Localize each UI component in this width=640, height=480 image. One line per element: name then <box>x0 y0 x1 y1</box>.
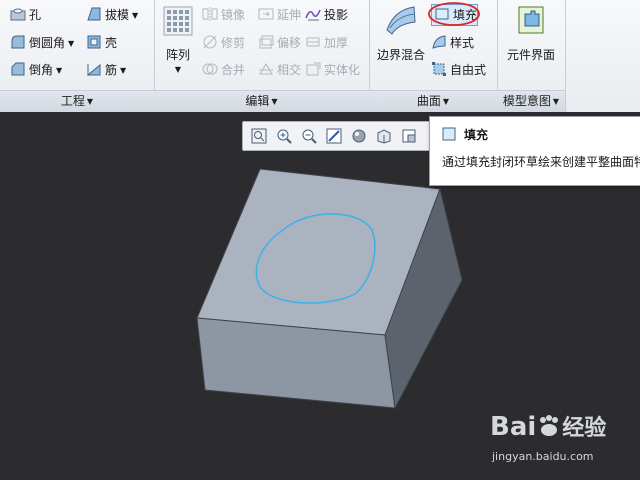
tooltip-header: 填充 <box>442 126 488 144</box>
watermark-url: jingyan.baidu.com <box>492 450 594 463</box>
intersect-button[interactable]: 相交 <box>258 59 301 81</box>
chevron-down-icon[interactable]: ▼ <box>56 66 62 75</box>
project-button[interactable]: 投影 <box>305 4 348 26</box>
model-intent-group: 元件界面 模型意图 ▼ <box>497 0 566 112</box>
tooltip-description: 通过填充封闭环草绘来创建平整曲面特 <box>442 155 640 169</box>
thicken-button[interactable]: 加厚 <box>305 32 348 54</box>
chevron-down-icon: ▼ <box>552 97 560 106</box>
view-manager-icon[interactable] <box>400 127 418 145</box>
display-style-icon[interactable] <box>350 127 368 145</box>
component-interface-label: 元件界面 <box>506 48 555 62</box>
engineering-group-label[interactable]: 工程 ▼ <box>0 90 154 112</box>
chevron-down-icon[interactable]: ▼ <box>120 66 126 75</box>
hole-button[interactable]: 孔 <box>10 4 41 26</box>
engineering-group: 孔 拔模 ▼ 倒圆角 ▼ 壳 倒角 ▼ 筋 ▼ 工程 ▼ <box>0 0 155 112</box>
boundary-blend-button[interactable]: 边界混合 <box>373 4 429 63</box>
solidify-icon <box>305 61 321 77</box>
offset-icon <box>258 34 274 50</box>
freestyle-button[interactable]: 自由式 <box>431 59 486 81</box>
component-interface-button[interactable]: 元件界面 <box>499 4 563 63</box>
style-icon <box>431 34 447 50</box>
intersect-icon <box>258 61 274 77</box>
baidu-jingyan-watermark: Bai 经验 <box>490 412 607 442</box>
chevron-down-icon: ▼ <box>442 97 450 106</box>
shell-button[interactable]: 壳 <box>86 32 117 54</box>
chevron-down-icon[interactable]: ▼ <box>160 65 196 74</box>
repaint-icon[interactable] <box>325 127 343 145</box>
solidify-button[interactable]: 实体化 <box>305 59 360 81</box>
extend-icon <box>258 6 274 22</box>
surfaces-group-label[interactable]: 曲面 ▼ <box>369 90 497 112</box>
view-toolbar <box>242 121 432 151</box>
thicken-icon <box>305 34 321 50</box>
freestyle-icon <box>431 61 447 77</box>
zoom-in-icon[interactable] <box>275 127 293 145</box>
paw-icon <box>536 414 562 438</box>
ribbon: 孔 拔模 ▼ 倒圆角 ▼ 壳 倒角 ▼ 筋 ▼ 工程 ▼ 阵列 ▼ 镜像 延伸 … <box>0 0 640 113</box>
style-button[interactable]: 样式 <box>431 32 474 54</box>
model-intent-group-label[interactable]: 模型意图 ▼ <box>497 90 565 112</box>
rib-icon <box>86 61 102 77</box>
chevron-down-icon[interactable]: ▼ <box>132 11 138 20</box>
editing-group: 阵列 ▼ 镜像 延伸 投影 修剪 偏移 加厚 合并 相交 实体化 编辑 ▼ <box>154 0 370 112</box>
round-icon <box>10 34 26 50</box>
trim-button[interactable]: 修剪 <box>202 32 245 54</box>
round-button[interactable]: 倒圆角 ▼ <box>10 32 74 54</box>
fill-icon <box>442 127 456 141</box>
editing-group-label[interactable]: 编辑 ▼ <box>154 90 369 112</box>
mirror-button[interactable]: 镜像 <box>202 4 245 26</box>
pattern-button[interactable]: 阵列 ▼ <box>160 6 196 74</box>
merge-icon <box>202 61 218 77</box>
zoom-out-icon[interactable] <box>300 127 318 145</box>
shell-icon <box>86 34 102 50</box>
fill-highlight-ring <box>427 1 481 27</box>
refit-icon[interactable] <box>250 127 268 145</box>
chevron-down-icon: ▼ <box>271 97 278 106</box>
draft-icon <box>86 6 102 22</box>
chamfer-button[interactable]: 倒角 ▼ <box>10 59 62 81</box>
fill-tooltip: 填充 通过填充封闭环草绘来创建平整曲面特 <box>429 116 640 186</box>
saved-orientations-icon[interactable] <box>375 127 393 145</box>
boundary-blend-icon <box>384 4 418 36</box>
merge-button[interactable]: 合并 <box>202 59 245 81</box>
surfaces-group: 边界混合 填充 样式 自由式 曲面 ▼ <box>369 0 498 112</box>
extend-button[interactable]: 延伸 <box>258 4 301 26</box>
rib-button[interactable]: 筋 ▼ <box>86 59 126 81</box>
pattern-label: 阵列 <box>165 48 190 62</box>
trim-icon <box>202 34 218 50</box>
chevron-down-icon: ▼ <box>86 97 94 106</box>
tooltip-title: 填充 <box>464 128 489 142</box>
offset-button[interactable]: 偏移 <box>258 32 301 54</box>
boundary-blend-label: 边界混合 <box>376 48 425 62</box>
project-icon <box>305 6 321 22</box>
chevron-down-icon[interactable]: ▼ <box>68 39 74 48</box>
pattern-icon <box>163 6 193 36</box>
hole-icon <box>10 6 26 22</box>
chamfer-icon <box>10 61 26 77</box>
draft-button[interactable]: 拔模 ▼ <box>86 4 138 26</box>
component-interface-icon <box>515 4 547 36</box>
mirror-icon <box>202 6 218 22</box>
